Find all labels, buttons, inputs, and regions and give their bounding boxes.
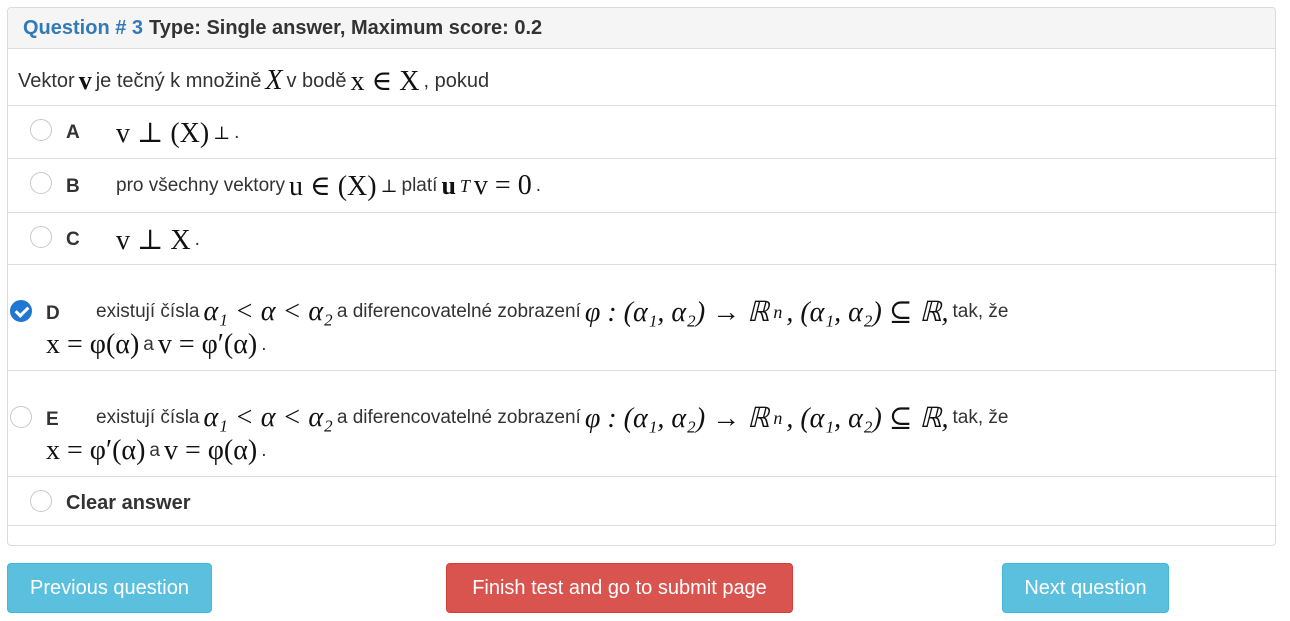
option-text-part: pro všechny vektory xyxy=(116,175,285,196)
option-math: u ∈ (X) xyxy=(288,171,377,202)
option-text: existují čísla α₁ < α < α₂ a diferencova… xyxy=(96,401,1009,435)
option-text-part: existují čísla xyxy=(96,407,200,428)
question-panel: Question # 3 Type: Single answer, Maximu… xyxy=(7,7,1277,546)
previous-question-button[interactable]: Previous question xyxy=(7,563,212,613)
option-math: , (α₁, α₂) ⊆ ℝ, xyxy=(786,297,949,328)
option-text-part: tak, že xyxy=(952,301,1009,322)
option-text-part: a diferencovatelné zobrazení xyxy=(336,301,581,322)
option-text-part: a xyxy=(149,440,160,461)
answer-option-e[interactable]: E existují čísla α₁ < α < α₂ a diferenco… xyxy=(8,370,1277,476)
option-letter: A xyxy=(66,122,80,143)
option-letter: B xyxy=(66,176,80,197)
radio-button[interactable] xyxy=(10,406,32,428)
prompt-text: je tečný k množině xyxy=(95,69,262,92)
option-text-part: a diferencovatelné zobrazení xyxy=(336,407,581,428)
option-math-sup: n xyxy=(773,407,783,428)
option-math: v = φ(α) xyxy=(163,435,258,466)
option-end: . xyxy=(261,440,267,461)
option-text-part: tak, že xyxy=(952,407,1009,428)
option-math: φ : (α₁, α₂) → ℝ xyxy=(584,297,770,328)
question-prompt: Vektor v je tečný k množině X v bodě x ∈… xyxy=(18,64,489,98)
radio-button[interactable] xyxy=(30,490,52,512)
prompt-math: v xyxy=(78,66,92,95)
option-end: . xyxy=(234,122,240,143)
clear-answer-option[interactable]: Clear answer xyxy=(8,476,1277,526)
option-math: v = φ′(α) xyxy=(157,329,258,360)
finish-test-button[interactable]: Finish test and go to submit page xyxy=(446,563,793,613)
next-question-button[interactable]: Next question xyxy=(1002,563,1169,613)
option-math: v = 0 xyxy=(473,170,532,201)
option-text-line2: x = φ′(α) a v = φ(α). xyxy=(46,435,267,467)
option-text: existují čísla α₁ < α < α₂ a diferencova… xyxy=(96,295,1009,329)
option-math-sup: n xyxy=(773,301,783,322)
option-math-sup: ⊥ xyxy=(213,122,231,143)
option-math: , (α₁, α₂) ⊆ ℝ, xyxy=(786,403,949,434)
question-number: Question # 3 xyxy=(23,16,144,39)
radio-button[interactable] xyxy=(30,172,52,194)
prompt-text: , pokud xyxy=(423,69,490,92)
option-text: pro všechny vektory u ∈ (X) ⊥ platí uT v … xyxy=(116,169,541,203)
radio-button-checked[interactable] xyxy=(10,300,32,322)
question-heading: Question # 3 Type: Single answer, Maximu… xyxy=(8,8,1275,49)
option-math-sup: ⊥ xyxy=(380,175,398,196)
option-end: . xyxy=(194,229,200,250)
option-letter: E xyxy=(46,409,59,430)
option-text-part: existují čísla xyxy=(96,301,200,322)
option-math: v ⊥ (X) xyxy=(116,118,210,149)
option-math: x = φ(α) xyxy=(46,329,140,360)
radio-button[interactable] xyxy=(30,226,52,248)
answer-option-b[interactable]: B pro všechny vektory u ∈ (X) ⊥ platí uT … xyxy=(8,158,1277,212)
question-type: Type: Single answer, Maximum score: 0.2 xyxy=(149,16,543,39)
option-text: v ⊥ (X) ⊥. xyxy=(116,116,239,150)
option-text-part: a xyxy=(143,334,154,355)
option-math: φ : (α₁, α₂) → ℝ xyxy=(584,403,770,434)
option-math-sup: T xyxy=(459,175,470,196)
option-math: u xyxy=(441,171,456,200)
prompt-math: X xyxy=(265,65,283,96)
option-letter: C xyxy=(66,229,80,250)
option-math: α₁ < α < α₂ xyxy=(203,402,333,433)
option-end: . xyxy=(535,175,541,196)
option-text-part: platí xyxy=(401,175,438,196)
radio-button[interactable] xyxy=(30,119,52,141)
option-letter: D xyxy=(46,303,60,324)
option-end: . xyxy=(261,334,267,355)
prompt-text: Vektor xyxy=(18,69,75,92)
answer-option-a[interactable]: A v ⊥ (X) ⊥. xyxy=(8,105,1277,158)
option-text: v ⊥ X. xyxy=(116,223,200,257)
answer-option-c[interactable]: C v ⊥ X. xyxy=(8,212,1277,264)
clear-answer-label: Clear answer xyxy=(66,492,191,514)
prompt-text: v bodě xyxy=(286,69,347,92)
option-math: v ⊥ X xyxy=(116,225,191,256)
option-math: x = φ′(α) xyxy=(46,435,146,466)
option-math: α₁ < α < α₂ xyxy=(203,296,333,327)
answer-option-d[interactable]: D existují čísla α₁ < α < α₂ a diferenco… xyxy=(8,264,1277,370)
prompt-math: x ∈ X xyxy=(350,66,420,97)
option-text-line2: x = φ(α) a v = φ′(α). xyxy=(46,329,267,361)
